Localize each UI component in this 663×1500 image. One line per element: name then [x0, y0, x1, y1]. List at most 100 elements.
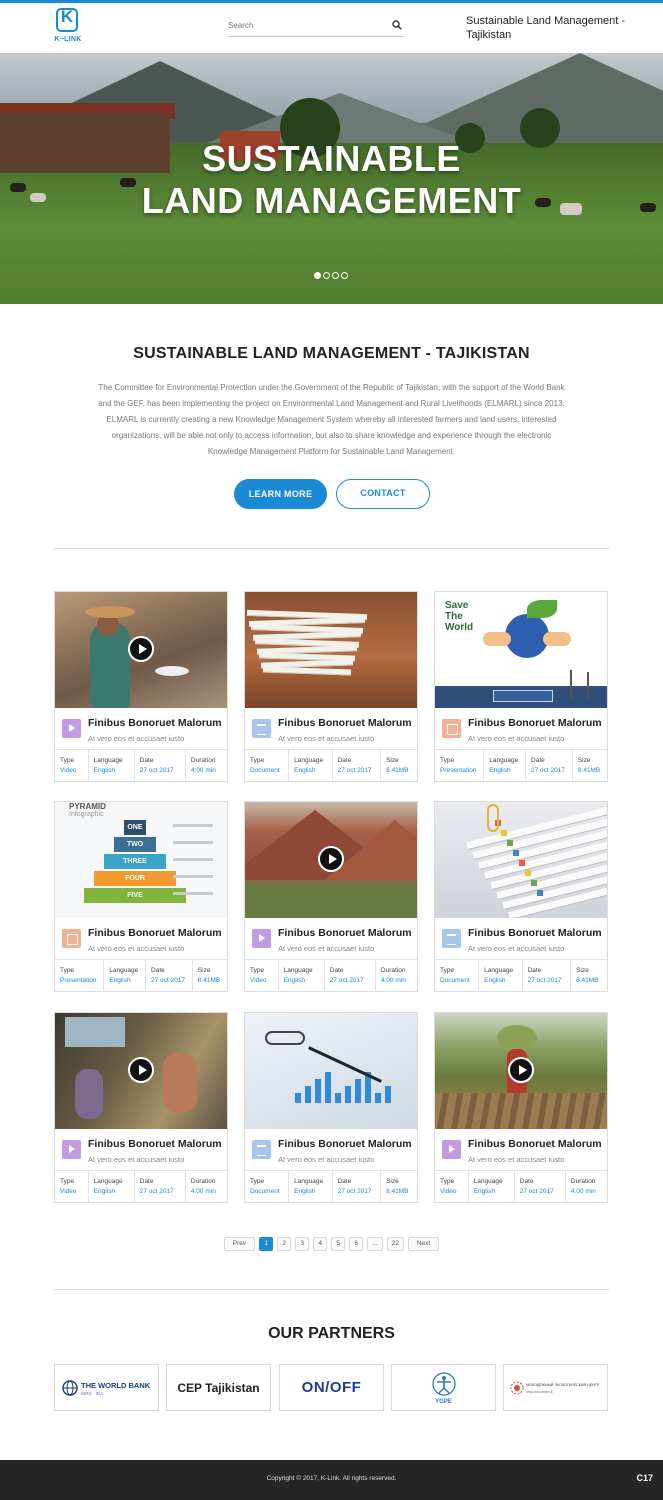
- card-thumbnail[interactable]: [435, 1013, 607, 1129]
- meta-value: English: [283, 977, 305, 984]
- site-title[interactable]: Sustainable Land Management - Tajikistan: [466, 14, 626, 42]
- photo-chart-bar: [315, 1079, 321, 1103]
- photo-bread: [85, 606, 135, 618]
- resource-card[interactable]: Finibus Bonoruet Malorum At vero eos et a…: [54, 1012, 228, 1203]
- card-thumbnail[interactable]: [245, 1013, 417, 1129]
- photo-chart-bar: [385, 1086, 391, 1103]
- card-title[interactable]: Finibus Bonoruet Malorum: [278, 927, 418, 939]
- pagination-ellipsis: ...: [367, 1237, 383, 1251]
- pagination-page[interactable]: 2: [277, 1237, 292, 1251]
- meta-value: Video: [60, 767, 77, 774]
- card-thumbnail[interactable]: PYRAMID Infographic ONE TWO THREE FOUR FIVE: [55, 802, 227, 918]
- card-title[interactable]: Finibus Bonoruet Malorum: [88, 1138, 228, 1150]
- resource-card[interactable]: Finibus Bonoruet Malorum At vero eos et a…: [434, 1012, 608, 1203]
- learn-more-button[interactable]: LEARN MORE: [234, 479, 327, 509]
- meta-value: 27 oct 2017: [519, 1188, 554, 1195]
- card-thumbnail[interactable]: Save The World: [435, 592, 607, 708]
- document-icon: [442, 929, 461, 948]
- meta-cell: Type Document: [245, 1171, 290, 1203]
- meta-value: English: [93, 1188, 115, 1195]
- partner-ygpe[interactable]: YGPE: [391, 1364, 496, 1411]
- site-header: K K~LINK Sustainable Land Management - T…: [0, 3, 663, 53]
- pagination-page[interactable]: 4: [313, 1237, 328, 1251]
- pagination-page[interactable]: 22: [386, 1237, 404, 1251]
- play-icon[interactable]: [128, 1057, 154, 1083]
- video-icon: [442, 1140, 461, 1159]
- card-subtitle: At vero eos et accusaet iusto: [88, 734, 185, 743]
- meta-cell: Duration 4:00 min: [186, 1171, 227, 1203]
- search-box: [228, 15, 404, 37]
- pagination-page[interactable]: 6: [349, 1237, 364, 1251]
- card-title[interactable]: Finibus Bonoruet Malorum: [88, 717, 228, 729]
- pyramid-level: THREE: [104, 854, 166, 869]
- slider-dot[interactable]: [323, 272, 330, 279]
- meta-cell: Type Presentation: [55, 960, 105, 992]
- pagination-page[interactable]: 5: [331, 1237, 346, 1251]
- card-title[interactable]: Finibus Bonoruet Malorum: [278, 1138, 418, 1150]
- photo-clip: [537, 890, 543, 896]
- partner-cep-tajikistan[interactable]: CEP Tajikistan: [166, 1364, 271, 1411]
- meta-cell: Language English: [89, 750, 135, 782]
- meta-label: Type: [440, 1178, 455, 1185]
- photo-chart-bar: [355, 1079, 361, 1103]
- meta-label: Type: [60, 967, 75, 974]
- card-title[interactable]: Finibus Bonoruet Malorum: [468, 1138, 608, 1150]
- ygpe-emblem-icon: [432, 1372, 456, 1396]
- slider-dot[interactable]: [341, 272, 348, 279]
- play-icon[interactable]: [128, 636, 154, 662]
- card-title[interactable]: Finibus Bonoruet Malorum: [278, 717, 418, 729]
- meta-value: 27 oct 2017: [337, 767, 372, 774]
- meta-label: Date: [329, 967, 344, 974]
- save-world-text: Save The World: [445, 600, 474, 633]
- resource-card[interactable]: PYRAMID Infographic ONE TWO THREE FOUR FIVE Fin…: [54, 801, 228, 992]
- pagination-page[interactable]: 3: [295, 1237, 310, 1251]
- pyramid-bullet-line: [173, 875, 213, 878]
- search-input[interactable]: [228, 15, 378, 36]
- card-thumbnail[interactable]: [435, 802, 607, 918]
- pagination-page[interactable]: 1: [259, 1237, 274, 1251]
- meta-label: Date: [527, 967, 542, 974]
- pagination-prev[interactable]: Prev: [223, 1237, 256, 1251]
- meta-cell: Date 27 oct 2017: [333, 750, 382, 782]
- meta-value: English: [294, 767, 316, 774]
- card-thumbnail[interactable]: [55, 1013, 227, 1129]
- card-title[interactable]: Finibus Bonoruet Malorum: [468, 927, 608, 939]
- meta-label: Size: [576, 967, 589, 974]
- meta-label: Duration: [570, 1178, 596, 1185]
- resource-card[interactable]: Finibus Bonoruet Malorum At vero eos et a…: [54, 591, 228, 782]
- card-meta: Type Document Language English Date 27 oct 20…: [435, 959, 607, 992]
- card-thumbnail[interactable]: [245, 802, 417, 918]
- meta-value: 4:00 min: [190, 1188, 216, 1195]
- partner-youth-eco-center[interactable]: МОЛОДЁЖНЫЙ ЭКОЛОГИЧЕСКИЙ ЦЕНТР www.ecoce…: [503, 1364, 608, 1411]
- meta-cell: Size 8.41MB: [573, 750, 607, 782]
- card-title[interactable]: Finibus Bonoruet Malorum: [468, 717, 608, 729]
- resource-card[interactable]: Save The World Finibus Bonoruet Malorum At…: [434, 591, 608, 782]
- slider-dot[interactable]: [314, 272, 321, 279]
- meta-cell: Language English: [484, 750, 527, 782]
- resource-card[interactable]: Finibus Bonoruet Malorum At vero eos et a…: [244, 801, 418, 992]
- card-thumbnail[interactable]: [55, 592, 227, 708]
- pyramid-bullet-line: [173, 892, 213, 895]
- resource-card[interactable]: Finibus Bonoruet Malorum At vero eos et a…: [244, 591, 418, 782]
- card-title[interactable]: Finibus Bonoruet Malorum: [88, 927, 228, 939]
- meta-label: Language: [473, 1178, 503, 1185]
- meta-cell: Date 27 oct 2017: [146, 960, 193, 992]
- play-icon[interactable]: [508, 1057, 534, 1083]
- contact-button[interactable]: CONTACT: [336, 479, 430, 509]
- footer-badge: C17: [636, 1473, 653, 1483]
- resource-card[interactable]: Finibus Bonoruet Malorum At vero eos et a…: [434, 801, 608, 992]
- pagination-next[interactable]: Next: [407, 1237, 440, 1251]
- meta-cell: Size 8.41MB: [381, 750, 417, 782]
- search-icon[interactable]: [392, 20, 402, 30]
- play-icon[interactable]: [318, 846, 344, 872]
- meta-value: 8.41MB: [386, 767, 409, 774]
- card-subtitle: At vero eos et accusaet iusto: [468, 734, 565, 743]
- klink-logo[interactable]: K K~LINK: [52, 7, 82, 46]
- photo-chart-bar: [325, 1072, 331, 1103]
- partner-on-off[interactable]: ON/OFF: [279, 1364, 384, 1411]
- meta-value: Presentation: [60, 977, 97, 984]
- partner-world-bank[interactable]: THE WORLD BANK IBRD · IDA: [54, 1364, 159, 1411]
- resource-card[interactable]: Finibus Bonoruet Malorum At vero eos et a…: [244, 1012, 418, 1203]
- slider-dot[interactable]: [332, 272, 339, 279]
- card-thumbnail[interactable]: [245, 592, 417, 708]
